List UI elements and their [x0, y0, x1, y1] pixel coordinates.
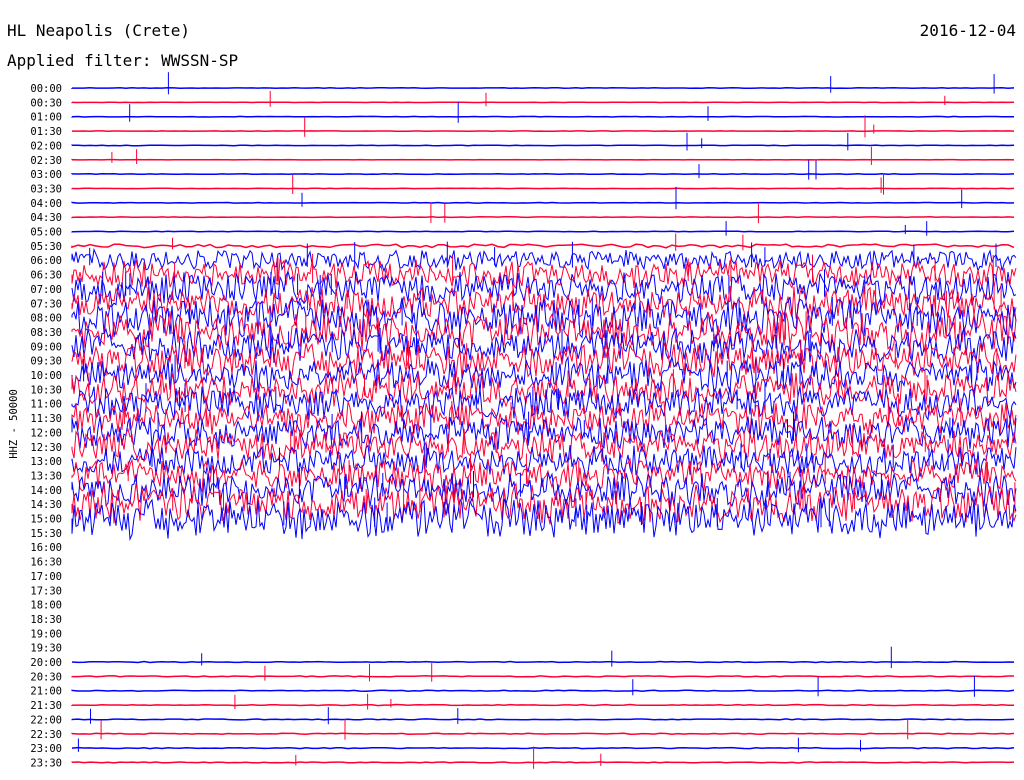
row-time-label: 13:00 [30, 456, 62, 468]
filter-subtitle: Applied filter: WWSSN-SP [7, 51, 238, 70]
trace-row [71, 371, 1017, 408]
row-time-label: 12:00 [30, 427, 62, 439]
trace-row [71, 216, 1015, 219]
row-time-label: 02:30 [30, 155, 62, 167]
row-time-label: 04:30 [30, 212, 62, 224]
trace-row [71, 355, 1017, 394]
row-time-label: 15:00 [30, 514, 62, 526]
trace-row [71, 427, 1017, 464]
row-time-label: 17:30 [30, 585, 62, 597]
trace-row [71, 173, 1015, 176]
row-time-label: 10:00 [30, 370, 62, 382]
trace-row [71, 243, 1015, 249]
row-time-label: 14:00 [30, 485, 62, 497]
row-time-label: 06:30 [30, 270, 62, 282]
trace-row [71, 230, 1015, 233]
row-time-label: 03:30 [30, 183, 62, 195]
row-time-label: 07:30 [30, 298, 62, 310]
row-time-label: 16:00 [30, 542, 62, 554]
trace-row [71, 400, 1017, 437]
row-time-label: 10:30 [30, 384, 62, 396]
trace-row [71, 144, 1015, 147]
date-label: 2016-12-04 [920, 21, 1016, 40]
row-time-label: 15:30 [30, 528, 62, 540]
row-time-label: 21:00 [30, 686, 62, 698]
station-title: HL Neapolis (Crete) [7, 21, 190, 40]
row-time-label: 01:00 [30, 112, 62, 124]
row-time-label: 19:00 [30, 628, 62, 640]
trace-row [71, 86, 1015, 90]
row-time-label: 08:30 [30, 327, 62, 339]
trace-row [71, 746, 1015, 750]
row-time-label: 11:30 [30, 413, 62, 425]
row-time-label: 19:30 [30, 643, 62, 655]
row-time-label: 00:30 [30, 97, 62, 109]
row-time-label: 09:30 [30, 356, 62, 368]
trace-row [71, 761, 1015, 764]
row-time-label: 08:00 [30, 313, 62, 325]
row-time-label: 20:00 [30, 657, 62, 669]
row-time-label: 23:00 [30, 743, 62, 755]
y-axis-label: HHZ - 50000 [8, 389, 20, 459]
row-time-label: 00:00 [30, 83, 62, 95]
trace-row [71, 201, 1015, 204]
row-time-label: 20:30 [30, 671, 62, 683]
row-time-label: 01:30 [30, 126, 62, 138]
row-time-label: 16:30 [30, 557, 62, 569]
row-time-label: 09:00 [30, 341, 62, 353]
row-time-label: 21:30 [30, 700, 62, 712]
row-time-label: 23:30 [30, 757, 62, 769]
row-time-label: 11:00 [30, 399, 62, 411]
helicorder-chart: HL Neapolis (Crete) Applied filter: WWSS… [7, 21, 1017, 769]
row-time-label: 06:00 [30, 255, 62, 267]
row-time-label: 02:00 [30, 140, 62, 152]
row-time-label: 22:00 [30, 714, 62, 726]
row-time-label: 05:30 [30, 241, 62, 253]
row-time-label: 12:30 [30, 442, 62, 454]
trace-row [71, 718, 1015, 721]
row-time-label: 04:00 [30, 198, 62, 210]
row-time-label: 18:00 [30, 600, 62, 612]
row-time-label: 07:00 [30, 284, 62, 296]
trace-row [71, 703, 1015, 707]
trace-row [71, 732, 1015, 736]
seismic-traces [71, 72, 1017, 769]
trace-row [71, 675, 1014, 678]
trace-row [71, 115, 1014, 118]
row-time-label: 22:30 [30, 729, 62, 741]
trace-row [71, 689, 1015, 692]
row-time-label: 14:30 [30, 499, 62, 511]
row-time-label: 03:00 [30, 169, 62, 181]
row-time-label: 13:30 [30, 470, 62, 482]
row-labels: 00:00 00:30 01:00 01:30 02:00 02:30 03:00 03:30… [30, 83, 62, 769]
row-time-label: 05:00 [30, 227, 62, 239]
row-time-label: 17:00 [30, 571, 62, 583]
trace-row [71, 660, 1015, 664]
row-time-label: 18:30 [30, 614, 62, 626]
